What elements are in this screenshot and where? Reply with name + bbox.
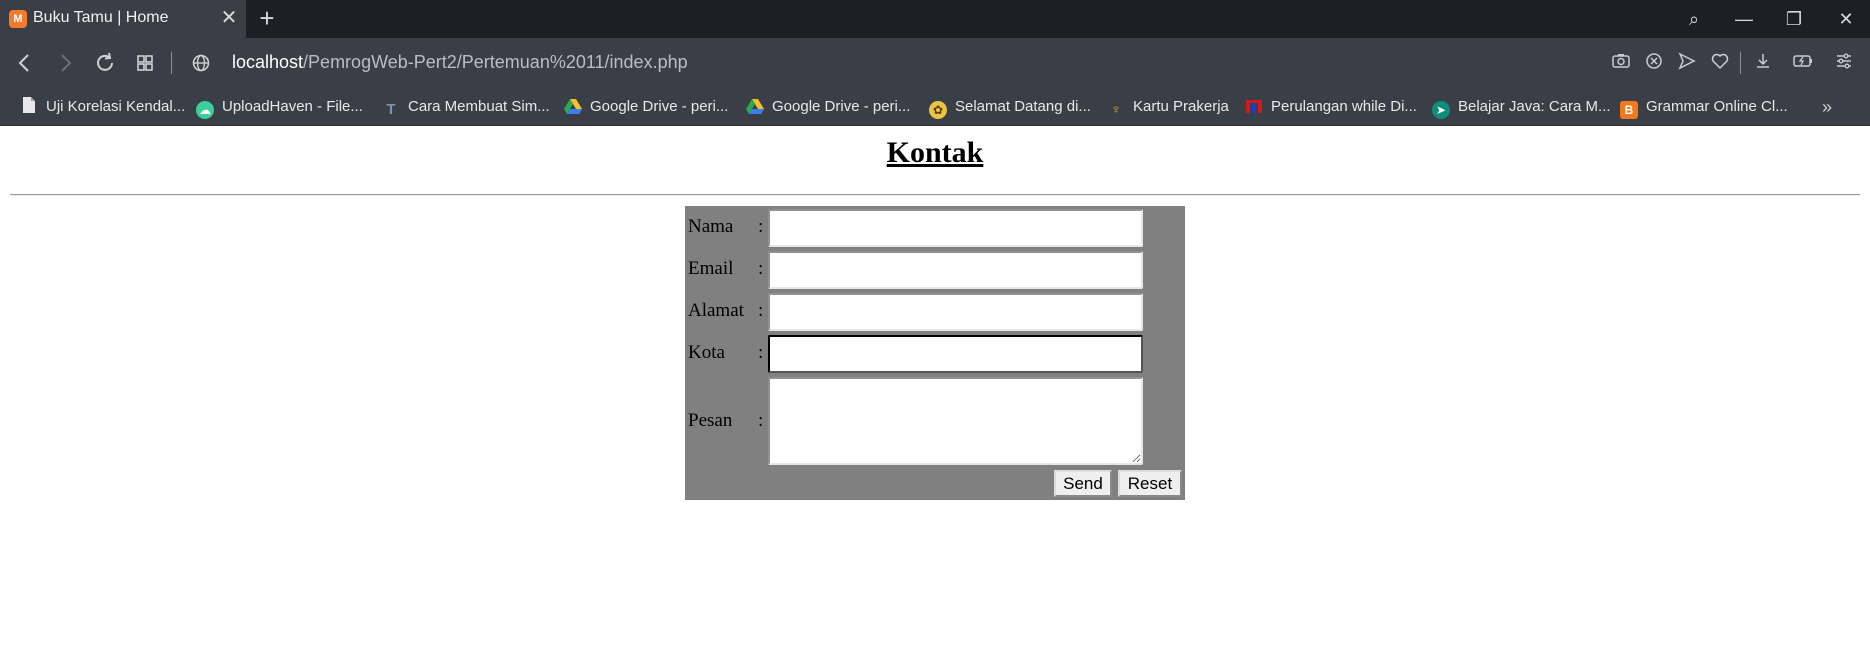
cloud-icon: ☁	[196, 101, 214, 119]
url-field[interactable]: localhost/PemrogWeb-Pert2/Pertemuan%2011…	[232, 52, 688, 73]
send-icon[interactable]	[1676, 51, 1698, 75]
t-logo-icon: T	[386, 101, 396, 118]
bookmark-item[interactable]: B Grammar Online Cl...	[1620, 96, 1788, 119]
colon: :	[758, 216, 764, 237]
bookmark-item[interactable]: Uji Korelasi Kendal...	[20, 96, 185, 118]
arrow-left-icon	[18, 54, 29, 72]
bookmark-item[interactable]: ♆ Kartu Prakerja	[1107, 96, 1229, 118]
xampp-favicon-icon: M	[9, 10, 27, 28]
ad-block-icon[interactable]	[1643, 51, 1665, 75]
document-icon	[20, 96, 38, 114]
kota-label: Kota	[688, 342, 725, 363]
reset-button[interactable]: Reset	[1118, 470, 1182, 497]
bookmark-item[interactable]: T Cara Membuat Sim...	[382, 96, 550, 118]
tab-bar: M Buku Tamu | Home ✕ + ⌕ — ❐ ✕	[0, 0, 1870, 38]
battery-saver-icon[interactable]	[1792, 51, 1814, 75]
forward-button[interactable]	[52, 50, 78, 76]
m-logo-icon	[1245, 98, 1263, 116]
speed-dial-button[interactable]	[132, 50, 158, 76]
bookmark-item[interactable]: ☁ UploadHaven - File...	[196, 96, 363, 119]
bookmark-label: Grammar Online Cl...	[1646, 98, 1788, 115]
garuda-icon: ♆	[1110, 101, 1122, 117]
close-window-button[interactable]: ✕	[1826, 0, 1866, 38]
new-tab-button[interactable]: +	[254, 5, 280, 31]
bookmark-label: Google Drive - peri...	[772, 98, 911, 115]
download-icon[interactable]	[1752, 51, 1774, 75]
google-drive-icon	[564, 98, 582, 116]
restore-button[interactable]: ❐	[1774, 0, 1814, 38]
arrow-right-icon	[61, 54, 72, 72]
google-drive-icon	[746, 98, 764, 116]
bookmark-label: Uji Korelasi Kendal...	[46, 98, 186, 115]
reload-button[interactable]	[92, 50, 118, 76]
more-bookmarks-icon[interactable]: »	[1822, 96, 1832, 118]
site-info-button[interactable]	[188, 50, 214, 76]
alamat-input[interactable]	[768, 293, 1143, 331]
toolbar-separator	[171, 52, 172, 74]
heart-icon[interactable]	[1709, 51, 1731, 75]
back-button[interactable]	[12, 50, 38, 76]
email-label: Email	[688, 258, 734, 279]
page-title: Kontak	[886, 136, 984, 169]
bookmark-label: Google Drive - peri...	[590, 98, 729, 115]
kota-input[interactable]	[768, 335, 1143, 373]
url-host: localhost	[232, 52, 304, 72]
reload-icon	[97, 52, 113, 71]
bookmark-label: Selamat Datang di...	[955, 98, 1091, 115]
address-bar: localhost/PemrogWeb-Pert2/Pertemuan%2011…	[0, 38, 1870, 88]
contact-form: Nama : Email : Alamat : Kota : Pesan : S…	[685, 206, 1185, 500]
bookmark-item[interactable]: Google Drive - peri...	[564, 96, 728, 118]
tab-close-icon[interactable]: ✕	[218, 7, 240, 29]
bookmark-item[interactable]: ➤ Belajar Java: Cara M...	[1432, 96, 1611, 119]
pesan-textarea[interactable]	[768, 377, 1143, 465]
url-path: /PemrogWeb-Pert2/Pertemuan%2011/index.ph…	[303, 52, 688, 72]
camera-icon[interactable]	[1610, 51, 1632, 75]
bookmark-item[interactable]: ✿ Selamat Datang di...	[929, 96, 1091, 119]
grid-icon	[137, 55, 153, 71]
colon: :	[758, 300, 764, 321]
nama-label: Nama	[688, 216, 734, 237]
search-tabs-icon[interactable]: ⌕	[1674, 0, 1714, 38]
horizontal-rule	[10, 194, 1860, 196]
bookmark-label: Belajar Java: Cara M...	[1458, 98, 1611, 115]
tab-title: Buku Tamu | Home	[33, 9, 169, 26]
bookmark-item[interactable]: Google Drive - peri...	[746, 96, 910, 118]
email-input[interactable]	[768, 251, 1143, 289]
blogger-icon: B	[1620, 101, 1638, 119]
bookmark-label: Cara Membuat Sim...	[408, 98, 550, 115]
pesan-label: Pesan	[688, 410, 733, 431]
easy-setup-icon[interactable]	[1833, 51, 1855, 75]
bookmarks-bar: Uji Korelasi Kendal... ☁ UploadHaven - Fi…	[0, 88, 1870, 126]
minimize-button[interactable]: —	[1724, 0, 1764, 38]
bird-icon: ➤	[1432, 101, 1450, 119]
bookmark-item[interactable]: Perulangan while Di...	[1245, 96, 1417, 118]
alamat-label: Alamat	[688, 300, 744, 321]
bookmark-label: UploadHaven - File...	[222, 98, 363, 115]
colon: :	[758, 258, 764, 279]
globe-icon	[192, 54, 210, 72]
tab-active[interactable]: M Buku Tamu | Home ✕	[0, 0, 246, 38]
bookmark-label: Perulangan while Di...	[1271, 98, 1417, 115]
bookmark-label: Kartu Prakerja	[1133, 98, 1229, 115]
toolbar-separator	[1740, 52, 1741, 74]
colon: :	[758, 410, 764, 431]
nama-input[interactable]	[768, 209, 1143, 247]
emblem-icon: ✿	[929, 101, 947, 119]
colon: :	[758, 342, 764, 363]
send-button[interactable]: Send	[1054, 470, 1112, 497]
